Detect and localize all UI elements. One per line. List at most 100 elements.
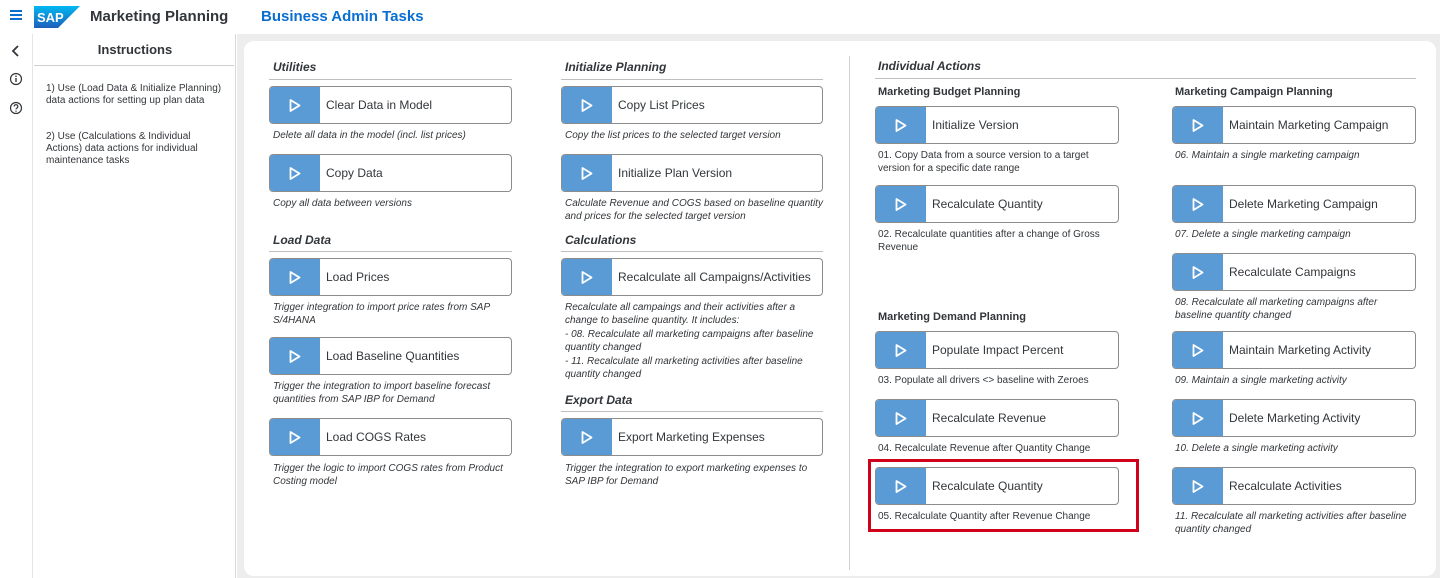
play-icon [562, 419, 612, 455]
app-title: Marketing Planning [90, 8, 229, 25]
column-divider [849, 56, 850, 570]
load-cogs-rates-button[interactable]: Load COGS Rates [269, 418, 512, 456]
copy-list-prices-button[interactable]: Copy List Prices [561, 86, 823, 124]
play-icon [562, 259, 612, 295]
section-title-initialize-planning: Initialize Planning [565, 60, 667, 74]
maintain-marketing-campaign-button[interactable]: Maintain Marketing Campaign [1172, 106, 1416, 144]
play-icon [876, 186, 926, 222]
button-description: 10. Delete a single marketing activity [1175, 443, 1338, 454]
copy-data-button[interactable]: Copy Data [269, 154, 512, 192]
sap-logo: SAP [34, 6, 80, 28]
button-description: Copy the list prices to the selected tar… [565, 130, 781, 141]
delete-marketing-campaign-button[interactable]: Delete Marketing Campaign [1172, 185, 1416, 223]
play-icon [562, 155, 612, 191]
divider [875, 78, 1416, 79]
button-description: Trigger the logic to import COGS rates f… [273, 463, 503, 487]
subsection-title-demand: Marketing Demand Planning [878, 311, 1026, 323]
button-description: Calculate Revenue and COGS based on base… [565, 198, 823, 222]
button-description: 06. Maintain a single marketing campaign [1175, 150, 1360, 161]
button-label: Recalculate all Campaigns/Activities [618, 270, 811, 284]
button-label: Recalculate Quantity [932, 197, 1043, 211]
button-label: Load COGS Rates [326, 430, 427, 444]
button-description: 09. Maintain a single marketing activity [1175, 375, 1347, 386]
recalculate-activities-button[interactable]: Recalculate Activities [1172, 467, 1416, 505]
button-description: 07. Delete a single marketing campaign [1175, 229, 1351, 240]
play-icon [876, 400, 926, 436]
section-title-export-data: Export Data [565, 393, 633, 407]
button-description: - 08. Recalculate all marketing campaign… [565, 329, 814, 353]
instruction-item: 1) Use (Load Data & Initialize Planning)… [46, 83, 222, 106]
subsection-title-campaign: Marketing Campaign Planning [1175, 86, 1333, 98]
button-description: 02. Recalculate quantities after a chang… [878, 229, 1100, 253]
divider [34, 65, 234, 66]
recalculate-all-campaigns-activities-button[interactable]: Recalculate all Campaigns/Activities [561, 258, 823, 296]
button-label: Copy Data [326, 166, 383, 180]
button-label: Delete Marketing Campaign [1229, 197, 1378, 211]
maintain-marketing-activity-button[interactable]: Maintain Marketing Activity [1172, 331, 1416, 369]
play-icon [270, 87, 320, 123]
delete-marketing-activity-button[interactable]: Delete Marketing Activity [1172, 399, 1416, 437]
button-description: 01. Copy Data from a source version to a… [878, 150, 1089, 174]
button-description: - 11. Recalculate all marketing activiti… [565, 356, 803, 380]
recalculate-quantity-budget-button[interactable]: Recalculate Quantity [875, 185, 1119, 223]
button-label: Delete Marketing Activity [1229, 411, 1361, 425]
button-label: Export Marketing Expenses [618, 430, 765, 444]
recalculate-campaigns-button[interactable]: Recalculate Campaigns [1172, 253, 1416, 291]
shell-header: SAP Marketing Planning Business Admin Ta… [0, 0, 1440, 34]
section-title-individual-actions: Individual Actions [878, 59, 981, 73]
play-icon [876, 332, 926, 368]
button-label: Initialize Plan Version [618, 166, 733, 180]
button-label: Clear Data in Model [326, 98, 433, 112]
button-description: 11. Recalculate all marketing activities… [1175, 511, 1407, 535]
page-title: Business Admin Tasks [261, 8, 424, 25]
initialize-version-button[interactable]: Initialize Version [875, 106, 1119, 144]
play-icon [562, 87, 612, 123]
button-label: Load Baseline Quantities [326, 349, 460, 363]
chevron-left-icon[interactable] [8, 43, 24, 59]
play-icon [1173, 254, 1223, 290]
play-icon [1173, 107, 1223, 143]
button-description: Delete all data in the model (incl. list… [273, 130, 466, 141]
button-description: Recalculate all campaings and their acti… [565, 302, 796, 326]
menu-icon[interactable] [10, 9, 24, 21]
play-icon [270, 338, 320, 374]
button-label: Recalculate Campaigns [1229, 265, 1356, 279]
button-label: Copy List Prices [618, 98, 705, 112]
button-label: Load Prices [326, 270, 390, 284]
button-label: Recalculate Revenue [932, 411, 1047, 425]
app-root: SAP Marketing Planning Business Admin Ta… [0, 0, 1440, 578]
side-rail [0, 34, 33, 578]
instructions-panel: Instructions 1) Use (Load Data & Initial… [34, 34, 236, 578]
export-marketing-expenses-button[interactable]: Export Marketing Expenses [561, 418, 823, 456]
button-label: Populate Impact Percent [932, 343, 1064, 357]
subsection-title-budget: Marketing Budget Planning [878, 86, 1021, 98]
instructions-title: Instructions [97, 42, 173, 57]
instruction-item: 2) Use (Calculations & Individual Action… [46, 131, 198, 166]
button-description: Trigger the integration to import baseli… [273, 381, 491, 405]
button-description: 04. Recalculate Revenue after Quantity C… [878, 443, 1091, 454]
svg-text:SAP: SAP [37, 10, 64, 25]
section-title-utilities: Utilities [273, 60, 317, 74]
recalculate-revenue-button[interactable]: Recalculate Revenue [875, 399, 1119, 437]
play-icon [270, 155, 320, 191]
button-description: 03. Populate all drivers <> baseline wit… [878, 375, 1089, 386]
play-icon [270, 419, 320, 455]
divider [561, 251, 823, 252]
clear-data-button[interactable]: Clear Data in Model [269, 86, 512, 124]
help-icon[interactable] [8, 100, 24, 116]
button-description: Copy all data between versions [273, 198, 412, 209]
info-icon[interactable] [8, 71, 24, 87]
populate-impact-percent-button[interactable]: Populate Impact Percent [875, 331, 1119, 369]
button-label: Maintain Marketing Activity [1229, 343, 1372, 357]
load-baseline-quantities-button[interactable]: Load Baseline Quantities [269, 337, 512, 375]
divider [561, 79, 823, 80]
divider [269, 79, 512, 80]
play-icon [1173, 332, 1223, 368]
load-prices-button[interactable]: Load Prices [269, 258, 512, 296]
section-title-load-data: Load Data [273, 233, 332, 247]
initialize-plan-version-button[interactable]: Initialize Plan Version [561, 154, 823, 192]
play-icon [1173, 468, 1223, 504]
play-icon [1173, 400, 1223, 436]
button-description: Trigger the integration to export market… [565, 463, 808, 487]
divider [269, 251, 512, 252]
